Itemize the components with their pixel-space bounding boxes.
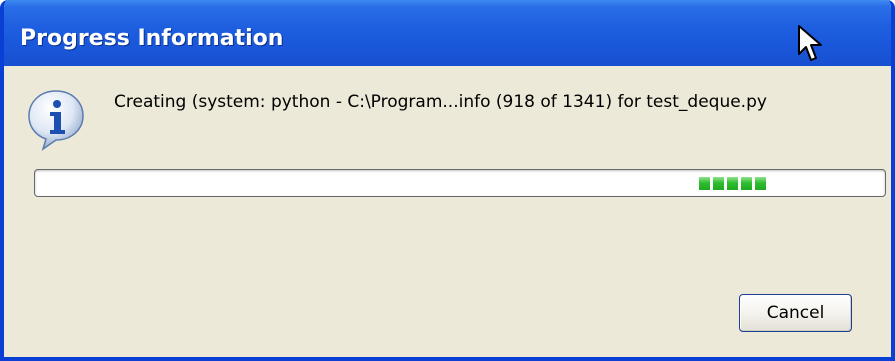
progress-bar — [34, 169, 886, 197]
progress-block — [713, 177, 724, 190]
info-icon — [28, 90, 84, 151]
status-message: Creating (system: python - C:\Program...… — [114, 92, 767, 112]
progress-indicator — [699, 177, 766, 190]
progress-block — [727, 177, 738, 190]
dialog-body: Creating (system: python - C:\Program...… — [4, 66, 891, 357]
mouse-pointer-icon — [798, 25, 822, 61]
title-bar[interactable]: Progress Information — [4, 0, 891, 66]
progress-block — [741, 177, 752, 190]
progress-block — [699, 177, 710, 190]
progress-dialog: Progress Information Creating (system: p… — [0, 0, 895, 361]
progress-block — [755, 177, 766, 190]
window-title: Progress Information — [20, 26, 284, 51]
cancel-button[interactable]: Cancel — [739, 294, 852, 332]
